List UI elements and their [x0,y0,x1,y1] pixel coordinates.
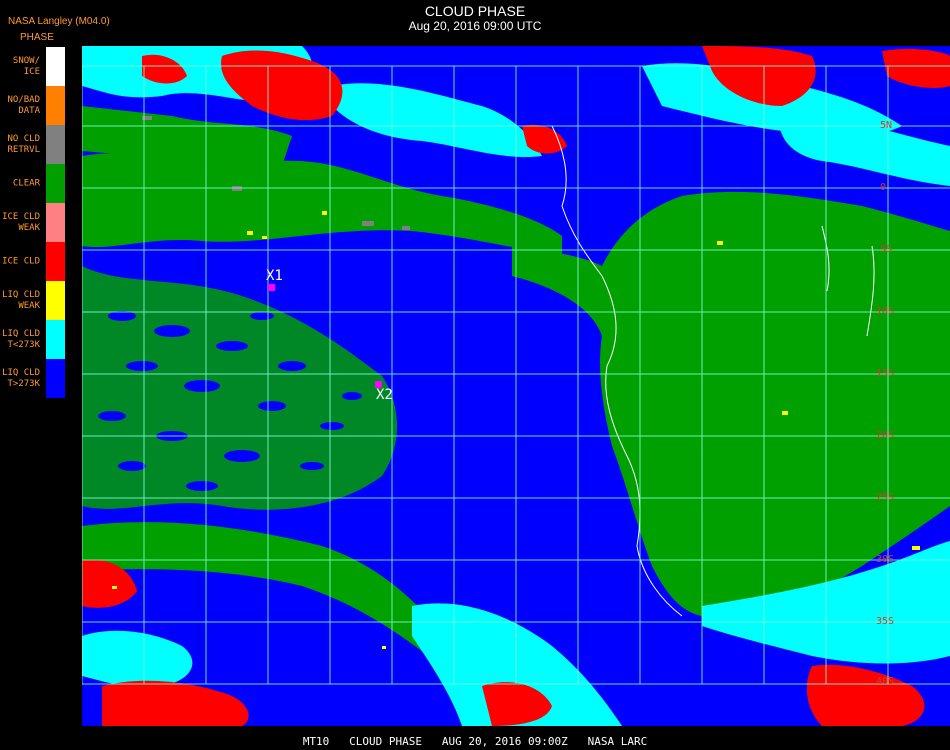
image-title: CLOUD PHASE [424,3,526,19]
legend-swatch [46,242,65,281]
lat-label: 35S [876,616,895,627]
legend-label: CLEAR [12,178,40,188]
satellite-image-canvas: CLOUD PHASE Aug 20, 2016 09:00 UTC NASA … [0,0,950,750]
lat-label: 30S [876,554,895,565]
lat-label: 40S [876,676,895,687]
lat-label: 15S [876,368,895,379]
legend-item-clear: CLEAR [0,164,66,203]
lat-label: 20S [876,430,895,441]
legend-item-ice-cld: ICE CLD [0,242,66,281]
legend-swatch [46,359,65,398]
cloud-phase-map [82,46,950,726]
legend-label: LIQ CLD T<273K [2,328,40,350]
legend-item-ice-cld-weak: ICE CLD WEAK [0,203,66,242]
legend-swatch [46,203,65,242]
legend-label: NO CLD RETRVL [7,133,40,155]
marker-x1-dot [268,284,275,291]
legend-swatch [46,86,65,125]
footer-caption: MT10 CLOUD PHASE AUG 20, 2016 09:00Z NAS… [302,735,648,748]
legend-swatch [46,164,65,203]
legend-label: LIQ CLD T>273K [2,367,40,389]
legend-item-liq-cld-weak: LIQ CLD WEAK [0,281,66,320]
lat-label: 0 [880,182,887,193]
lat-label: 5N [880,120,893,131]
lat-label: 10S [876,306,895,317]
legend-label: ICE CLD [2,256,40,266]
legend-item-snow-ice: SNOW/ ICE [0,47,66,86]
org-label: NASA Langley (M04.0) [8,16,110,27]
legend-swatch [46,47,65,86]
legend-title: PHASE [20,32,54,43]
legend-swatch [46,125,65,164]
lat-label: 25S [876,492,895,503]
marker-x2-dot [375,381,382,388]
legend-label: NO/BAD DATA [7,94,40,116]
legend-item-no-bad-data: NO/BAD DATA [0,86,66,125]
legend-label: SNOW/ ICE [12,55,40,77]
legend-item-liq-cld-cold: LIQ CLD T<273K [0,320,66,359]
legend-label: LIQ CLD WEAK [2,289,40,311]
legend-label: ICE CLD WEAK [2,211,40,233]
marker-x2-label: X2 [376,387,393,403]
image-timestamp: Aug 20, 2016 09:00 UTC [408,19,542,33]
marker-x1-label: X1 [266,268,283,284]
legend-item-no-cld-retrvl: NO CLD RETRVL [0,125,66,164]
legend-item-liq-cld-warm: LIQ CLD T>273K [0,359,66,398]
legend-swatch [46,320,65,359]
lat-label: 5S [880,244,893,255]
legend-swatch [46,281,65,320]
